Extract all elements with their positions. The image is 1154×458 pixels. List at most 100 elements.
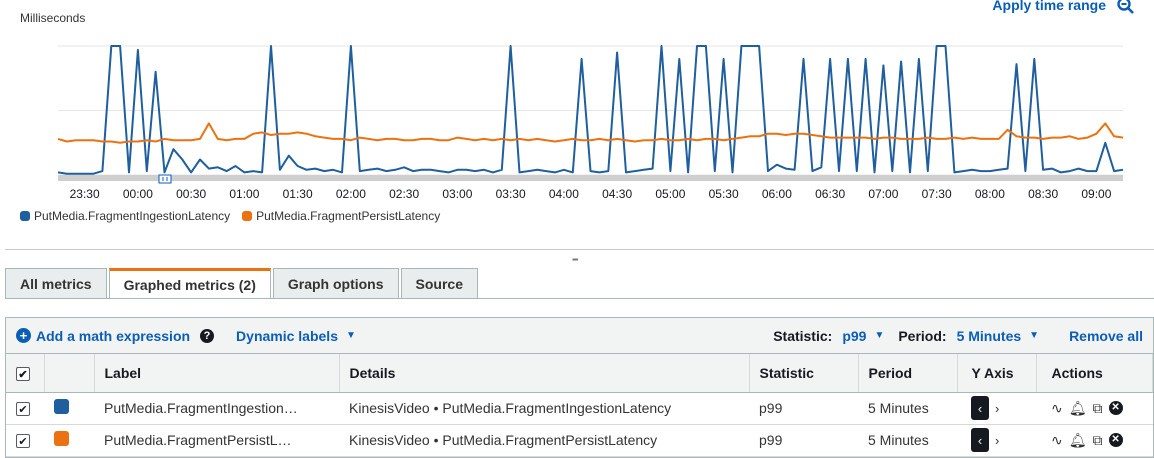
close-icon[interactable]: ✕ — [1108, 401, 1123, 415]
metrics-table: ✔ Label Details Statistic Period Y Axis … — [6, 354, 1153, 457]
details-metric[interactable]: PutMedia.FragmentPersistLatency — [442, 432, 657, 448]
period-dropdown[interactable]: 5 Minutes ▼ — [957, 328, 1039, 344]
chart-series — [57, 45, 1124, 175]
row-label[interactable]: PutMedia.FragmentIngestion… — [94, 392, 339, 425]
y-axis-header: Y Axis — [957, 354, 1037, 393]
row-period[interactable]: 5 Minutes — [858, 392, 957, 425]
row-y-axis: ‹ › — [957, 424, 1036, 457]
details-metric[interactable]: PutMedia.FragmentIngestionLatency — [442, 400, 671, 416]
details-header[interactable]: Details — [339, 354, 750, 393]
x-tick-label: 00:00 — [123, 187, 153, 201]
details-namespace[interactable]: KinesisVideo — [349, 400, 430, 416]
x-tick-label: 00:30 — [176, 187, 206, 201]
chevron-down-icon: ▼ — [345, 330, 356, 341]
x-tick-label: 08:00 — [975, 187, 1005, 201]
x-tick-label: 07:00 — [868, 187, 898, 201]
period-header[interactable]: Period — [858, 354, 958, 393]
metrics-toolbar: + Add a math expression ? Dynamic labels… — [6, 318, 1153, 354]
row-color-cell — [44, 424, 94, 457]
select-all-checkbox[interactable]: ✔ — [16, 367, 30, 381]
row-color-cell — [44, 392, 94, 425]
color-swatch[interactable] — [54, 399, 69, 414]
plus-circle-icon: + — [16, 328, 31, 343]
x-tick-label: 07:30 — [922, 187, 952, 201]
bell-icon[interactable]: 🔔︎ — [1069, 400, 1087, 417]
x-tick-label: 03:00 — [442, 187, 472, 201]
x-tick-label: 04:00 — [549, 187, 579, 201]
row-select-cell: ✔ — [6, 392, 44, 425]
statistic-header[interactable]: Statistic — [749, 354, 859, 393]
dynamic-labels-dropdown[interactable]: Dynamic labels ▼ — [236, 328, 356, 344]
x-tick-label: 06:00 — [762, 187, 792, 201]
row-details: KinesisVideo • PutMedia.FragmentPersistL… — [339, 424, 749, 457]
help-icon[interactable]: ? — [200, 328, 215, 343]
period-label: Period: — [898, 327, 947, 344]
copy-icon[interactable]: ⧉ — [1093, 432, 1103, 449]
row-period[interactable]: 5 Minutes — [858, 424, 957, 457]
x-axis-ticks: 23:30 00:00 00:30 01:00 01:30 02:00 02:30 03:00… — [70, 187, 1112, 201]
y-axis-left-button[interactable]: ‹ — [971, 428, 989, 452]
pulse-icon[interactable]: ∿ — [1051, 400, 1063, 417]
time-range-handle-icon[interactable] — [158, 174, 172, 184]
period-value: 5 Minutes — [956, 327, 1022, 344]
x-tick-label: 09:00 — [1081, 187, 1111, 201]
x-tick-label: 05:00 — [655, 187, 685, 201]
legend-label: PutMedia.FragmentPersistLatency — [256, 209, 441, 223]
graphed-metrics-panel: + Add a math expression ? Dynamic labels… — [5, 317, 1154, 458]
series-line-persist[interactable] — [57, 122, 1124, 144]
y-axis-right-button[interactable]: › — [995, 401, 999, 416]
chevron-down-icon: ▼ — [1029, 330, 1040, 341]
actions-header: Actions — [1036, 354, 1153, 393]
label-header[interactable]: Label — [94, 354, 340, 393]
tab-graphed-metrics[interactable]: Graphed metrics (2) — [108, 268, 271, 299]
resize-grip-icon[interactable]: ▪▪▪ — [572, 255, 578, 264]
x-tick-label: 23:30 — [70, 187, 100, 201]
line-chart[interactable]: 23:30 00:00 00:30 01:00 01:30 02:00 02:30 03:00… — [0, 0, 1154, 205]
bell-icon[interactable]: 🔔︎ — [1069, 432, 1087, 449]
copy-icon[interactable]: ⧉ — [1093, 400, 1103, 417]
x-tick-label: 06:30 — [815, 187, 845, 201]
legend-label: PutMedia.FragmentIngestionLatency — [34, 209, 231, 223]
statistic-value: p99 — [842, 327, 867, 344]
y-axis-left-button[interactable]: ‹ — [971, 396, 989, 420]
legend-item-persist[interactable]: PutMedia.FragmentPersistLatency — [242, 209, 440, 223]
details-namespace[interactable]: KinesisVideo — [349, 432, 430, 448]
tab-source[interactable]: Source — [400, 268, 478, 298]
x-tick-label: 04:30 — [602, 187, 632, 201]
color-swatch[interactable] — [54, 431, 69, 446]
row-statistic[interactable]: p99 — [749, 424, 858, 457]
x-tick-label: 02:30 — [389, 187, 419, 201]
tab-graph-options[interactable]: Graph options — [272, 268, 399, 298]
row-label[interactable]: PutMedia.FragmentPersistL… — [94, 424, 339, 457]
x-tick-label: 05:30 — [709, 187, 739, 201]
row-statistic[interactable]: p99 — [749, 392, 858, 425]
color-header — [44, 354, 95, 393]
row-checkbox[interactable]: ✔ — [16, 434, 30, 449]
tab-all-metrics[interactable]: All metrics — [5, 268, 107, 298]
chart-grid — [58, 45, 1123, 181]
table-row: ✔ PutMedia.FragmentPersistL… KinesisVide… — [6, 424, 1153, 457]
row-checkbox[interactable]: ✔ — [16, 402, 30, 417]
legend-swatch-persist — [242, 211, 253, 221]
x-tick-label: 08:30 — [1028, 187, 1058, 201]
x-tick-label: 01:30 — [283, 187, 313, 201]
legend-item-ingestion[interactable]: PutMedia.FragmentIngestionLatency — [20, 209, 230, 223]
series-line-ingestion[interactable] — [57, 45, 1124, 175]
select-all-header: ✔ — [6, 354, 45, 393]
y-axis-right-button[interactable]: › — [995, 433, 999, 448]
statistic-dropdown[interactable]: p99 ▼ — [842, 328, 884, 344]
chevron-down-icon: ▼ — [874, 330, 885, 341]
metrics-tabs: All metrics Graphed metrics (2) Graph op… — [5, 268, 478, 299]
add-math-expression-label: Add a math expression — [36, 327, 191, 344]
row-actions: ∿ 🔔︎ ⧉ ✕ — [1036, 424, 1153, 457]
remove-all-button[interactable]: Remove all — [1069, 328, 1143, 344]
legend-swatch-ingestion — [20, 211, 30, 221]
row-actions: ∿ 🔔︎ ⧉ ✕ — [1036, 392, 1153, 425]
pulse-icon[interactable]: ∿ — [1051, 432, 1063, 449]
table-row: ✔ PutMedia.FragmentIngestion… KinesisVid… — [6, 392, 1153, 425]
table-header-row: ✔ Label Details Statistic Period Y Axis … — [6, 354, 1153, 393]
row-select-cell: ✔ — [6, 424, 44, 457]
close-icon[interactable]: ✕ — [1108, 433, 1123, 447]
add-math-expression-button[interactable]: + Add a math expression — [16, 328, 190, 344]
x-tick-label: 03:30 — [496, 187, 526, 201]
